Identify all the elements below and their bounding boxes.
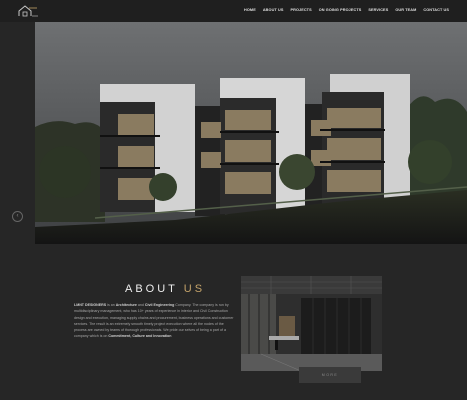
company-name: LMNT DESIGNERS <box>74 303 107 307</box>
about-text-part: is an <box>106 303 116 307</box>
about-text-part: and <box>136 303 145 307</box>
home-logo-icon[interactable] <box>17 4 39 18</box>
nav-about-us[interactable]: ABOUT US <box>263 8 284 12</box>
about-paragraph: LMNT DESIGNERS is an Architecture and Ci… <box>74 302 234 340</box>
slider-prev-button[interactable]: ‹ <box>12 211 23 222</box>
nav-projects[interactable]: PROJECTS <box>290 8 311 12</box>
main-nav: HOME ABOUT US PROJECTS ON GOING PROJECTS… <box>244 8 449 12</box>
about-text-bold: Commitment, Culture and Innovation <box>108 334 172 339</box>
about-title: ABOUT US <box>125 283 205 295</box>
nav-contact-us[interactable]: CONTACT US <box>423 8 449 12</box>
nav-our-team[interactable]: OUR TEAM <box>395 8 416 12</box>
about-title-accent: US <box>183 283 206 295</box>
about-office-photo <box>241 276 382 371</box>
more-button[interactable]: MORE <box>299 367 361 383</box>
site-header: HOME ABOUT US PROJECTS ON GOING PROJECTS… <box>0 0 467 22</box>
about-text-bold: Architecture <box>115 303 137 307</box>
nav-ongoing-projects[interactable]: ON GOING PROJECTS <box>319 8 362 12</box>
nav-home[interactable]: HOME <box>244 8 256 12</box>
hero-slider-image <box>35 22 467 244</box>
about-title-main: ABOUT <box>125 283 184 295</box>
nav-services[interactable]: SERVICES <box>368 8 388 12</box>
about-text-bold: Civil Engineering <box>144 303 175 307</box>
